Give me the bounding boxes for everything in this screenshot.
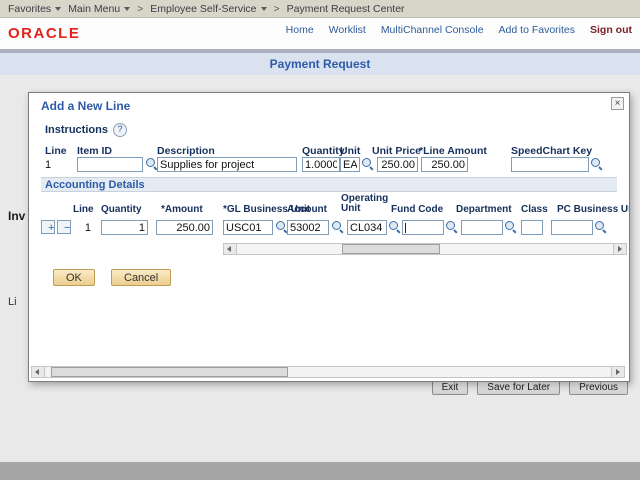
caret-down-icon (260, 6, 267, 11)
row-gl-business-unit-field[interactable] (223, 220, 273, 235)
page-footer-buttons: Exit Save for Later Previous (431, 381, 628, 395)
add-new-line-dialog: Add a New Line × Instructions Line Item … (28, 92, 630, 382)
clipped-section-heading: Inv (8, 209, 26, 223)
breadcrumb-bar: Favorites Main Menu > Employee Self-Serv… (0, 0, 640, 18)
row-operating-unit-field[interactable] (347, 220, 387, 235)
description-field[interactable] (157, 157, 297, 172)
scrollbar-thumb[interactable] (342, 244, 441, 254)
main-menu-label: Main Menu (68, 2, 121, 15)
unit-price-label: Unit Price (372, 145, 422, 157)
accounting-details-header: Accounting Details (41, 177, 617, 192)
scroll-left-arrow-icon[interactable] (32, 367, 45, 377)
scroll-left-arrow-icon[interactable] (224, 244, 237, 254)
line-label: Line (45, 145, 67, 157)
oracle-logo: ORACLE (8, 25, 81, 42)
account-lookup-icon[interactable] (331, 220, 344, 233)
close-icon[interactable]: × (611, 97, 624, 110)
pc-business-unit-lookup-icon[interactable] (594, 220, 607, 233)
col-amount: *Amount (161, 204, 203, 215)
scrollbar-track[interactable] (237, 244, 613, 254)
scroll-right-arrow-icon[interactable] (613, 244, 626, 254)
unit-lookup-icon[interactable] (361, 157, 374, 170)
col-class: Class (521, 204, 548, 215)
multichannel-console-link[interactable]: MultiChannel Console (381, 24, 484, 36)
grid-horizontal-scrollbar[interactable] (223, 243, 627, 255)
department-lookup-icon[interactable] (504, 220, 517, 233)
previous-button[interactable]: Previous (569, 381, 628, 395)
row-class-field[interactable] (521, 220, 543, 235)
col-line: Line (73, 204, 94, 215)
main-menu[interactable]: Main Menu (68, 2, 131, 15)
home-link[interactable]: Home (286, 24, 314, 36)
breadcrumb-separator: > (137, 2, 144, 15)
description-label: Description (157, 145, 215, 157)
dialog-horizontal-scrollbar[interactable] (31, 366, 625, 378)
col-account: Account (287, 204, 327, 215)
col-fund-code: Fund Code (391, 204, 444, 215)
line-amount-field[interactable] (421, 157, 468, 172)
caret-down-icon (124, 6, 131, 11)
row-department-field[interactable] (461, 220, 503, 235)
favorites-menu[interactable]: Favorites (8, 2, 62, 15)
unit-price-field[interactable] (377, 157, 418, 172)
unit-field[interactable] (340, 157, 360, 172)
quantity-field[interactable] (302, 157, 340, 172)
add-row-button[interactable]: + (41, 220, 55, 234)
exit-button[interactable]: Exit (431, 381, 469, 395)
item-id-label: Item ID (77, 145, 113, 157)
favorites-label: Favorites (8, 2, 52, 15)
payment-request-center-label: Payment Request Center (286, 2, 405, 15)
worklist-link[interactable]: Worklist (329, 24, 366, 36)
item-id-field[interactable] (77, 157, 143, 172)
unit-label: Unit (340, 145, 361, 157)
line-amount-label: *Line Amount (419, 145, 487, 157)
line-number-value: 1 (45, 159, 52, 171)
row-account-field[interactable] (287, 220, 329, 235)
bottom-gray-strip (0, 462, 640, 480)
speedchart-key-label: SpeedChart Key (511, 145, 593, 157)
header-links: Home Worklist MultiChannel Console Add t… (286, 24, 632, 36)
page-title: Payment Request (0, 53, 640, 75)
dialog-title: Add a New Line (41, 99, 131, 113)
col-pc-business-unit: PC Business Unit (557, 204, 629, 215)
header-bar: ORACLE Home Worklist MultiChannel Consol… (0, 19, 640, 49)
speedchart-key-field[interactable] (511, 157, 589, 172)
fund-code-lookup-icon[interactable] (445, 220, 458, 233)
instructions-link[interactable]: Instructions (45, 124, 108, 136)
help-icon[interactable] (113, 123, 127, 137)
row-quantity-field[interactable] (101, 220, 148, 235)
speedchart-lookup-icon[interactable] (590, 157, 603, 170)
caret-down-icon (55, 6, 62, 11)
operating-unit-lookup-icon[interactable] (388, 220, 401, 233)
delete-row-button[interactable]: − (57, 220, 71, 234)
row-pc-business-unit-field[interactable] (551, 220, 593, 235)
scrollbar-track[interactable] (45, 367, 611, 377)
scroll-right-arrow-icon[interactable] (611, 367, 624, 377)
add-to-favorites-link[interactable]: Add to Favorites (499, 24, 575, 36)
row-fund-code-field[interactable] (402, 220, 444, 235)
row-line-number: 1 (84, 222, 91, 234)
text-cursor (405, 223, 406, 233)
employee-self-service-label: Employee Self-Service (150, 2, 257, 15)
clipped-label: Li (8, 296, 17, 308)
quantity-label: Quantity (302, 145, 345, 157)
cancel-button[interactable]: Cancel (111, 269, 172, 286)
sign-out-link[interactable]: Sign out (590, 24, 632, 36)
peoplesoft-window: Favorites Main Menu > Employee Self-Serv… (0, 0, 640, 480)
save-for-later-button[interactable]: Save for Later (477, 381, 561, 395)
col-operating-unit: Operating Unit (341, 193, 389, 214)
col-quantity: Quantity (101, 204, 142, 215)
breadcrumb-payment-request-center[interactable]: Payment Request Center (287, 3, 405, 15)
scrollbar-thumb[interactable] (50, 367, 289, 377)
breadcrumb-employee-self-service[interactable]: Employee Self-Service (150, 2, 267, 15)
row-amount-field[interactable] (156, 220, 213, 235)
col-department: Department (456, 204, 512, 215)
breadcrumb-separator: > (273, 2, 280, 15)
ok-button[interactable]: OK (53, 269, 95, 286)
